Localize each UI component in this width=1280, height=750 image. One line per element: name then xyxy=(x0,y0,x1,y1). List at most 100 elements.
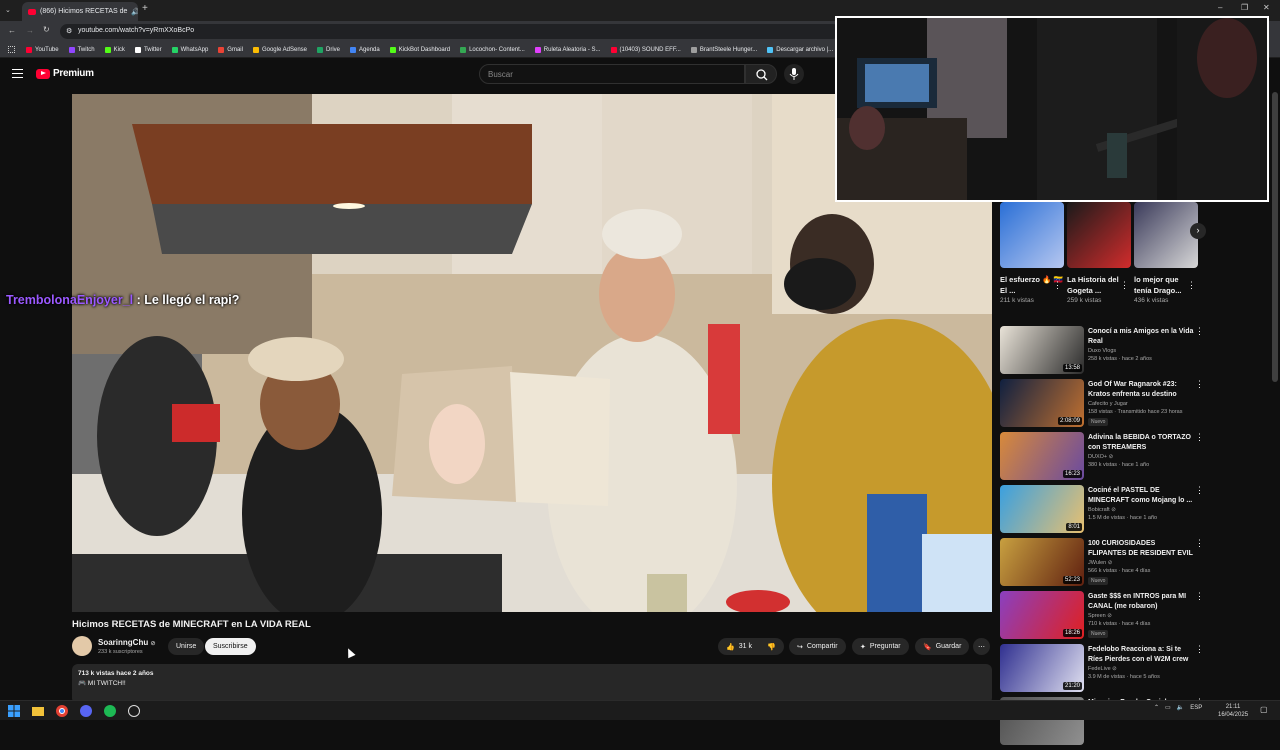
like-button[interactable]: 👍 31 k xyxy=(726,643,752,651)
thumbs-down-icon: 👎 xyxy=(767,643,776,651)
tray-chevron-icon[interactable]: ⌃ xyxy=(1154,704,1159,711)
speaker-icon[interactable]: 🔊 xyxy=(131,8,138,16)
browser-tab-active[interactable]: (866) Hicimos RECETAS de 🔊 ✕ xyxy=(22,2,138,21)
more-vertical-icon[interactable]: ⋮ xyxy=(1053,280,1062,291)
more-vertical-icon[interactable]: ⋮ xyxy=(1187,280,1196,291)
bookmark-item[interactable]: Twitch xyxy=(68,46,95,53)
more-actions-button[interactable]: ⋯ xyxy=(973,638,990,655)
bookmark-item[interactable]: Ruleta Aleatoria - S... xyxy=(534,46,601,53)
video-thumbnail: 18:26 xyxy=(1000,591,1084,639)
recommendation-item[interactable]: 13:58 Conocí a mis Amigos en la Vida Real… xyxy=(1000,326,1205,379)
back-button[interactable]: ← xyxy=(8,26,16,35)
more-vertical-icon[interactable]: ⋮ xyxy=(1195,485,1204,496)
recommendation-item[interactable]: 18:26 Gaste $$$ en INTROS para MI CANAL (… xyxy=(1000,591,1205,644)
bookmark-item[interactable]: Google AdSense xyxy=(252,46,307,53)
bookmark-item[interactable]: WhatsApp xyxy=(171,46,209,53)
address-bar[interactable]: ⚙ youtube.com/watch?v=yRmXXoBcPo xyxy=(60,24,840,39)
spotify-icon[interactable] xyxy=(104,705,116,717)
more-vertical-icon[interactable]: ⋮ xyxy=(1195,538,1204,549)
apps-grid-icon[interactable] xyxy=(8,46,15,53)
recommendation-item[interactable]: 2:08:09 God Of War Ragnarok #23: Kratos e… xyxy=(1000,379,1205,432)
network-icon[interactable]: ▭ xyxy=(1165,704,1171,711)
chrome-icon[interactable] xyxy=(56,705,68,717)
more-vertical-icon[interactable]: ⋮ xyxy=(1120,280,1129,291)
recommendation-item[interactable]: 16:23 Adivina la BEBIDA o TORTAZO con STR… xyxy=(1000,432,1205,485)
recommendation-item[interactable]: 21:20 Fedelobo Reacciona a: Si te Ríes Pi… xyxy=(1000,644,1205,697)
logo-text: Premium xyxy=(53,68,94,79)
window-restore-button[interactable]: ❐ xyxy=(1241,3,1248,12)
search-input[interactable]: Buscar xyxy=(479,64,745,84)
video-meta: 380 k vistas · hace 1 año xyxy=(1088,462,1150,468)
video-meta: 710 k vistas · hace 4 días xyxy=(1088,621,1151,627)
bookmark-label: (10403) SOUND EFF... xyxy=(619,46,681,53)
more-vertical-icon[interactable]: ⋮ xyxy=(1195,326,1204,337)
youtube-premium-logo[interactable]: Premium xyxy=(36,68,94,79)
short-card[interactable]: La Historia del Gogeta ... 259 k vistas ⋮ xyxy=(1067,202,1131,304)
bookmark-label: Kick xyxy=(113,46,125,53)
video-duration: 13:58 xyxy=(1062,364,1082,372)
bookmark-item[interactable]: Locochon- Content... xyxy=(460,46,525,53)
channel-name: DUXO+ ⊘ xyxy=(1088,454,1114,460)
more-vertical-icon[interactable]: ⋮ xyxy=(1195,432,1204,443)
short-views: 259 k vistas xyxy=(1067,297,1102,304)
short-thumbnail xyxy=(1000,202,1064,268)
bookmark-label: Locochon- Content... xyxy=(469,46,525,53)
window-close-button[interactable]: ✕ xyxy=(1263,3,1270,12)
bookmark-favicon-icon xyxy=(104,46,111,53)
bookmark-label: Drive xyxy=(326,46,341,53)
bookmark-label: WhatsApp xyxy=(180,46,209,53)
join-button[interactable]: Unirse xyxy=(168,638,205,655)
short-card[interactable]: lo mejor que tenía Drago... 436 k vistas ⋮ xyxy=(1134,202,1198,304)
language-indicator[interactable]: ESP xyxy=(1190,705,1202,711)
channel-name[interactable]: SoarinngChu ⊘ xyxy=(98,638,155,647)
subscribe-button[interactable]: Suscribirse xyxy=(205,638,256,655)
obs-icon[interactable] xyxy=(128,705,140,717)
recommendation-item[interactable]: 8:01 Cociné el PASTEL DE MINECRAFT como M… xyxy=(1000,485,1205,538)
hamburger-menu-icon[interactable] xyxy=(12,69,23,78)
video-title-link: Adivina la BEBIDA o TORTAZO con STREAMER… xyxy=(1088,434,1191,451)
recommendation-item[interactable]: 52:23 100 CURIOSIDADES FLIPANTES DE RESID… xyxy=(1000,538,1205,591)
bookmark-item[interactable]: Kick xyxy=(104,46,125,53)
window-minimize-button[interactable]: – xyxy=(1218,3,1222,12)
more-vertical-icon[interactable]: ⋮ xyxy=(1195,591,1204,602)
bookmark-item[interactable]: Descargar archivo |... xyxy=(767,46,833,53)
bookmark-item[interactable]: BrantSteele Hunger... xyxy=(690,46,757,53)
windows-start-icon[interactable] xyxy=(8,705,20,717)
save-button[interactable]: 🔖 Guardar xyxy=(915,638,970,655)
bookmark-item[interactable]: Gmail xyxy=(218,46,243,53)
chat-text: : Le llegó el rapi? xyxy=(136,293,240,307)
video-thumbnail: 21:20 xyxy=(1000,644,1084,692)
bookmark-item[interactable]: KickBot Dashboard xyxy=(389,46,450,53)
more-vertical-icon[interactable]: ⋮ xyxy=(1195,379,1204,390)
tab-title: (866) Hicimos RECETAS de xyxy=(40,8,128,15)
file-explorer-icon[interactable] xyxy=(32,705,44,717)
short-card[interactable]: El esfuerzo 🔥 🇻🇪 El ... 211 k vistas ⋮ xyxy=(1000,202,1064,304)
ask-button[interactable]: ✦ Preguntar xyxy=(852,638,909,655)
bookmark-item[interactable]: YouTube xyxy=(26,46,59,53)
forward-button[interactable]: → xyxy=(26,26,34,35)
dislike-button[interactable]: 👎 xyxy=(767,643,776,651)
bookmark-item[interactable]: Agenda xyxy=(350,46,380,53)
bookmark-item[interactable]: (10403) SOUND EFF... xyxy=(610,46,681,53)
share-button[interactable]: ↪ Compartir xyxy=(789,638,846,655)
more-vertical-icon[interactable]: ⋮ xyxy=(1195,644,1204,655)
search-button[interactable] xyxy=(745,64,777,84)
reload-button[interactable]: ↻ xyxy=(43,25,50,34)
volume-icon[interactable]: 🔈 xyxy=(1177,704,1184,711)
bookmark-favicon-icon xyxy=(460,46,467,53)
system-clock[interactable]: 21:11 16/04/2025 xyxy=(1218,703,1248,719)
new-tab-button[interactable]: + xyxy=(142,3,148,14)
notifications-icon[interactable]: ▢ xyxy=(1260,705,1268,714)
voice-search-button[interactable] xyxy=(784,64,804,84)
bookmark-item[interactable]: Drive xyxy=(317,46,341,53)
channel-avatar[interactable] xyxy=(72,636,92,656)
discord-icon[interactable] xyxy=(80,705,92,717)
site-info-icon[interactable]: ⚙ xyxy=(66,27,72,35)
tab-list-button[interactable]: ⌄ xyxy=(5,6,11,14)
stream-chat-message: TrembolonaEnjoyer_l : Le llegó el rapi? xyxy=(6,293,239,307)
video-description[interactable]: 713 k vistas hace 2 años 🎮 MI TWITCH!! xyxy=(72,664,992,704)
bookmark-item[interactable]: Twitter xyxy=(134,46,162,53)
video-thumbnail: 8:01 xyxy=(1000,485,1084,533)
page-scrollbar[interactable] xyxy=(1272,92,1278,382)
shorts-next-button[interactable]: › xyxy=(1190,223,1206,239)
